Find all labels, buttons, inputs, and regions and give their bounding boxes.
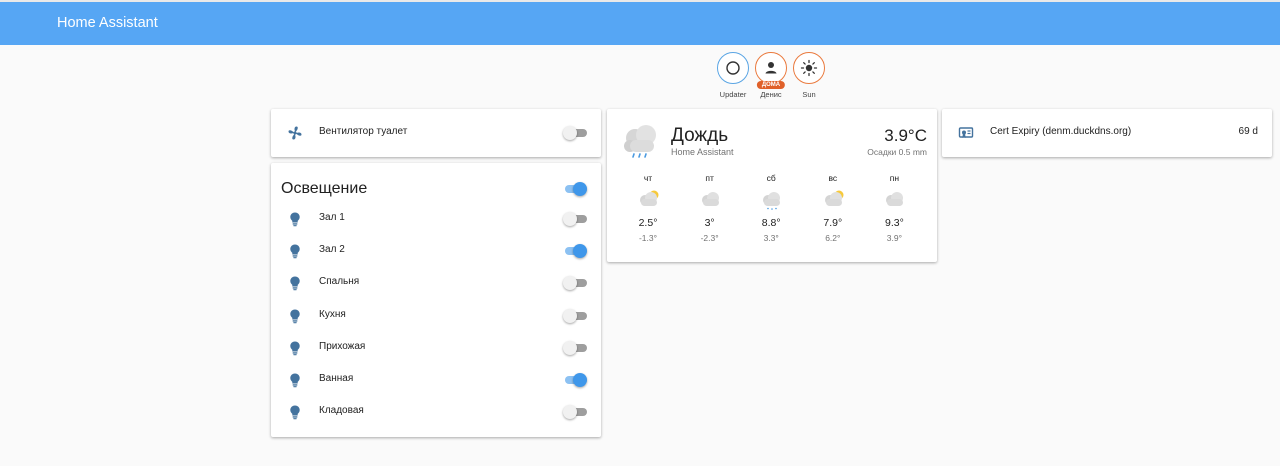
- light-row[interactable]: Зал 2: [271, 235, 601, 267]
- lightbulb-icon: [287, 243, 303, 259]
- badge-label: Updater: [719, 90, 747, 99]
- forecast-weekday: пн: [889, 173, 900, 183]
- partly-cloudy-icon: [635, 188, 661, 210]
- forecast-high: 7.9°: [823, 217, 843, 229]
- weather-precipitation: Осадки 0.5 mm: [867, 147, 927, 157]
- lightbulb-icon: [287, 404, 303, 420]
- app-title: Home Assistant: [57, 15, 158, 31]
- light-row[interactable]: Кухня: [271, 300, 601, 332]
- light-toggle[interactable]: [563, 340, 587, 355]
- light-row[interactable]: Прихожая: [271, 332, 601, 364]
- forecast-weekday: сб: [766, 173, 776, 183]
- badge-ring: ДОМА: [755, 52, 787, 89]
- rainy-icon: [758, 188, 784, 210]
- light-toggle[interactable]: [563, 308, 587, 323]
- light-name: Кухня: [319, 308, 346, 320]
- forecast-low: 3.9°: [886, 233, 902, 243]
- light-name: Ванная: [319, 373, 354, 384]
- badge-ring: [717, 52, 749, 84]
- lightbulb-icon: [287, 211, 303, 227]
- light-name: Кладовая: [319, 405, 364, 417]
- badge-sun[interactable]: Sun: [789, 52, 829, 99]
- forecast-high: 9.3°: [884, 217, 904, 229]
- entity-row-cert[interactable]: Cert Expiry (denm.duckdns.org) 69 d: [942, 117, 1272, 149]
- certificate-icon: [958, 125, 974, 141]
- forecast-weekday: чт: [643, 173, 653, 183]
- badge-ring: [793, 52, 825, 84]
- entity-name: Cert Expiry (denm.duckdns.org): [990, 126, 1132, 137]
- partly-cloudy-icon: [820, 188, 846, 210]
- light-row[interactable]: Спальня: [271, 267, 601, 299]
- card-title: Освещение: [281, 180, 368, 197]
- fan-icon: [287, 125, 303, 141]
- light-toggle[interactable]: [563, 212, 587, 226]
- forecast-low: -2.3°: [700, 233, 719, 243]
- light-name: Зал 1: [319, 212, 345, 223]
- light-name: Прихожая: [319, 340, 366, 352]
- entity-row-fan[interactable]: Вентилятор туалет: [271, 117, 601, 149]
- fan-toggle[interactable]: [563, 126, 587, 140]
- master-toggle[interactable]: [563, 182, 587, 196]
- badges-bar: Updater ДОМА Денис Sun: [0, 52, 1280, 102]
- forecast-weekday: пт: [705, 173, 714, 183]
- forecast-day: сб 8.8° 3.3°: [753, 173, 789, 243]
- forecast-day: пт 3° -2.3°: [692, 173, 728, 243]
- cert-card: Cert Expiry (denm.duckdns.org) 69 d: [942, 109, 1272, 157]
- badge-tag: ДОМА: [756, 81, 786, 89]
- light-toggle[interactable]: [563, 244, 587, 259]
- badge-label: Sun: [802, 90, 816, 99]
- account-icon: [765, 62, 777, 74]
- forecast-high: 8.8°: [761, 217, 781, 229]
- weather-temperature: 3.9°C: [884, 126, 927, 145]
- fan-card: Вентилятор туалет: [271, 109, 601, 157]
- light-row[interactable]: Зал 1: [271, 203, 601, 235]
- light-toggle[interactable]: [563, 405, 587, 420]
- entity-name: Вентилятор туалет: [319, 126, 408, 137]
- app-header: Home Assistant: [0, 0, 1280, 45]
- weather-source: Home Assistant: [671, 147, 734, 157]
- light-row[interactable]: Ванная: [271, 364, 601, 396]
- cloudy-icon: [697, 188, 723, 210]
- lightbulb-icon: [287, 372, 303, 388]
- badge-updater[interactable]: Updater: [713, 52, 753, 99]
- entity-state: 69 d: [1238, 126, 1258, 137]
- forecast-day: чт 2.5° -1.3°: [630, 173, 666, 243]
- sun-icon: [800, 59, 818, 77]
- lights-card: Освещение Зал 1 Зал 2 Спальня Кухня Прихожая…: [271, 163, 601, 437]
- circle-outline-icon: [726, 61, 740, 75]
- rainy-icon: [621, 123, 661, 159]
- badge-label: Денис: [760, 90, 782, 99]
- weather-condition: Дождь: [671, 125, 729, 146]
- forecast-low: -1.3°: [638, 233, 658, 243]
- light-name: Спальня: [319, 276, 360, 288]
- weather-card[interactable]: Дождь Home Assistant 3.9°C Осадки 0.5 mm…: [607, 109, 937, 262]
- light-row[interactable]: Кладовая: [271, 396, 601, 428]
- lightbulb-icon: [287, 340, 303, 356]
- light-toggle[interactable]: [563, 373, 587, 387]
- forecast-low: 3.3°: [763, 233, 779, 243]
- forecast-day: вс 7.9° 6.2°: [815, 173, 851, 243]
- light-toggle[interactable]: [563, 276, 587, 291]
- badge-person[interactable]: ДОМА Денис: [751, 52, 791, 99]
- cloudy-icon: [881, 188, 907, 210]
- forecast-low: 6.2°: [825, 233, 841, 243]
- light-name: Зал 2: [319, 244, 345, 256]
- forecast-weekday: вс: [828, 173, 838, 183]
- forecast-high: 3°: [704, 217, 715, 229]
- forecast-high: 2.5°: [638, 217, 658, 229]
- lightbulb-icon: [287, 275, 303, 291]
- forecast-day: пн 9.3° 3.9°: [876, 173, 912, 243]
- lightbulb-icon: [287, 308, 303, 324]
